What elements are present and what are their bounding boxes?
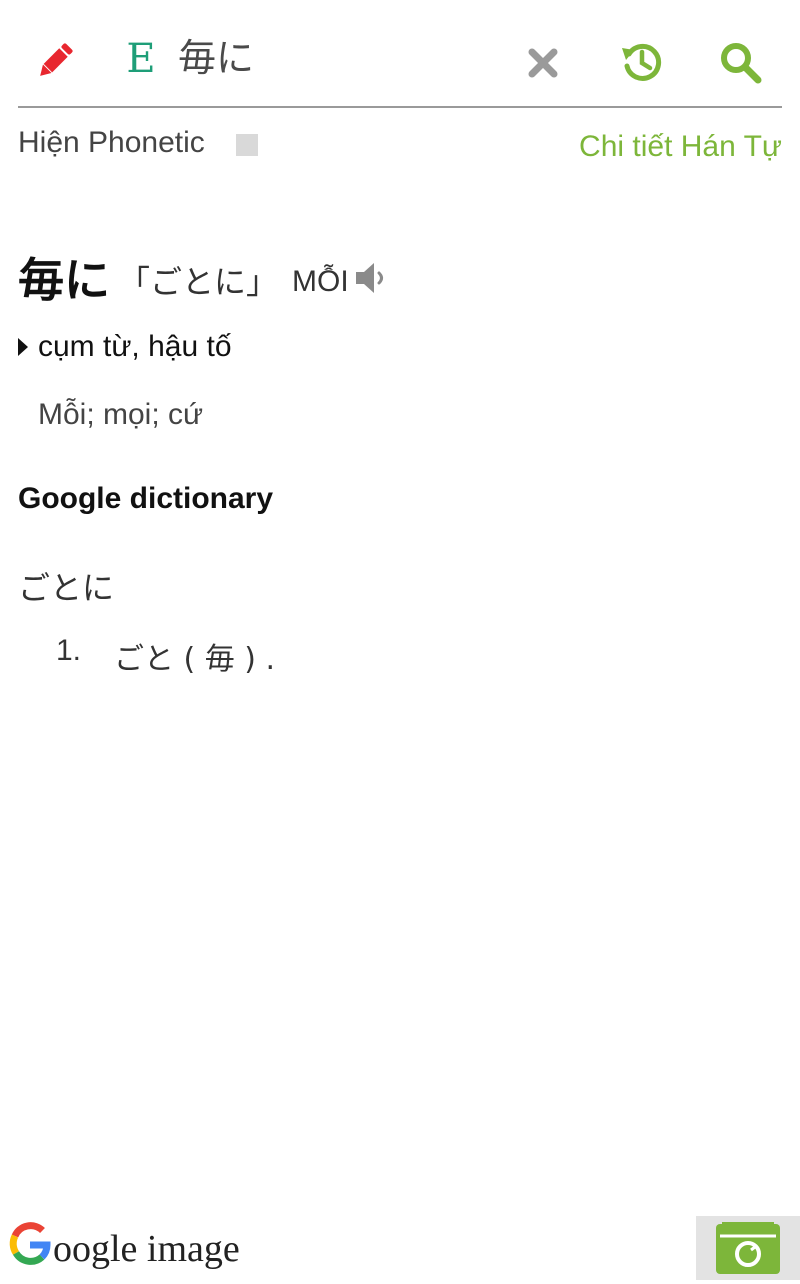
list-item-text: ごと ( 毎 ) .: [114, 642, 276, 677]
entry-reading: 「ごとに」: [118, 263, 279, 301]
top-bar: E 毎に: [0, 0, 800, 108]
expand-triangle-icon: [18, 338, 28, 356]
camera-button[interactable]: [696, 1216, 800, 1280]
part-of-speech: cụm từ, hậu tố: [38, 330, 232, 363]
part-of-speech-row[interactable]: cụm từ, hậu tố: [18, 330, 232, 364]
pencil-icon[interactable]: [30, 36, 80, 86]
search-icon[interactable]: [716, 38, 764, 86]
google-dictionary-word: ごとに: [18, 569, 115, 607]
phonetic-checkbox[interactable]: [236, 134, 258, 156]
entry-header: 毎に 「ごとに」 MỖI: [18, 246, 349, 310]
entry-word: 毎に: [18, 253, 110, 307]
list-item-number: 1.: [56, 634, 82, 667]
close-icon[interactable]: [522, 42, 564, 84]
google-image-button[interactable]: oogle image: [8, 1220, 240, 1279]
entry-meaning: Mỗi; mọi; cứ: [38, 398, 204, 431]
google-dictionary-heading: Google dictionary: [18, 482, 274, 515]
kanji-detail-link[interactable]: Chi tiết Hán Tự: [579, 130, 782, 164]
search-input[interactable]: 毎に: [178, 30, 254, 86]
google-image-label: oogle image: [53, 1228, 240, 1270]
language-badge[interactable]: E: [124, 34, 158, 84]
speaker-icon[interactable]: [352, 258, 392, 298]
search-bar-divider: [18, 106, 782, 108]
phonetic-toggle-label: Hiện Phonetic: [18, 126, 205, 159]
entry-hanviet: MỖI: [292, 265, 349, 298]
google-g-icon: [8, 1220, 52, 1279]
history-icon[interactable]: [618, 38, 666, 86]
options-row: Hiện Phonetic Chi tiết Hán Tự: [0, 118, 800, 188]
list-item: 1. ごと ( 毎 ) .: [56, 634, 275, 678]
camera-icon: [716, 1222, 780, 1274]
